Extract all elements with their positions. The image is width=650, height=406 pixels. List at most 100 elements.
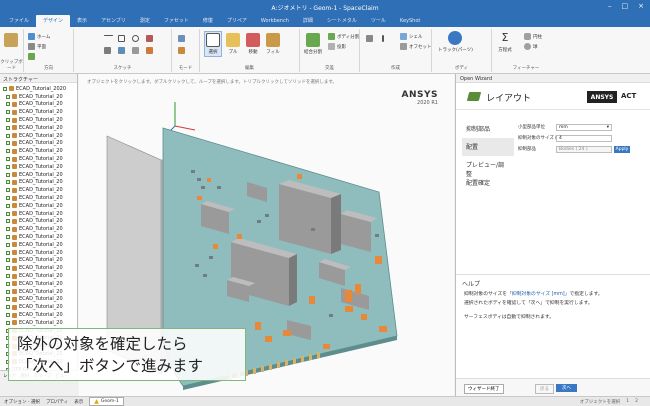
tree-item[interactable]: ECAD_Tutorial_20 xyxy=(0,272,77,280)
tree-item[interactable]: ECAD_Tutorial_20 xyxy=(0,249,77,257)
checkbox[interactable] xyxy=(6,203,10,208)
tab-keyshot[interactable]: KeyShot xyxy=(393,16,427,27)
checkbox[interactable] xyxy=(6,141,10,146)
tree-item[interactable]: ECAD_Tutorial_20 xyxy=(0,210,77,218)
shell-button[interactable]: シェル xyxy=(400,33,423,40)
properties-tab[interactable]: プロパティ xyxy=(46,399,68,405)
combine-button[interactable]: 結合分割 xyxy=(304,33,322,55)
tree-item[interactable]: ECAD_Tutorial_20 xyxy=(0,257,77,265)
back-button[interactable]: 戻る xyxy=(535,384,554,394)
project-button[interactable]: 投影 xyxy=(328,43,346,50)
fill-button[interactable]: フィル xyxy=(266,33,280,55)
checkbox[interactable] xyxy=(3,86,7,91)
step-placement[interactable]: 配置 xyxy=(462,138,514,156)
tree-item[interactable]: ECAD_Tutorial_20 xyxy=(0,218,77,226)
tree-item[interactable]: ECAD_Tutorial_20 xyxy=(0,171,77,179)
tree-item[interactable]: ECAD_Tutorial_20 xyxy=(0,303,77,311)
tree-item[interactable]: ECAD_Tutorial_20 xyxy=(0,147,77,155)
select-button[interactable]: 選択 xyxy=(204,31,222,57)
tab-display[interactable]: 表示 xyxy=(70,15,94,27)
checkbox[interactable] xyxy=(6,320,10,325)
move-button[interactable]: 移動 xyxy=(246,33,260,55)
track-button[interactable]: トラック(パーツ) xyxy=(438,31,473,53)
sketch-mode-button[interactable] xyxy=(178,35,185,42)
checkbox[interactable] xyxy=(6,164,10,169)
tree-item[interactable]: ECAD_Tutorial_20 xyxy=(0,319,77,327)
checkbox[interactable] xyxy=(6,102,10,107)
tree-item[interactable]: ECAD_Tutorial_20 xyxy=(0,225,77,233)
equation-button[interactable]: Σ 方程式 xyxy=(498,31,512,53)
tab-prepare[interactable]: プリペア xyxy=(220,15,254,27)
rectangle-tool[interactable] xyxy=(118,35,125,42)
checkbox[interactable] xyxy=(6,297,10,302)
tree-item[interactable]: ECAD_Tutorial_20 xyxy=(0,264,77,272)
tree-item[interactable]: ECAD_Tutorial_20 xyxy=(0,288,77,296)
next-button[interactable]: 次へ xyxy=(556,384,577,392)
wizard-finish-button[interactable]: ウィザード終了 xyxy=(464,384,504,394)
checkbox[interactable] xyxy=(6,133,10,138)
plane-button[interactable]: 平面 xyxy=(28,43,46,50)
plane-create-button[interactable] xyxy=(366,35,373,42)
tree-item[interactable]: ECAD_Tutorial_20 xyxy=(0,108,77,116)
zoom-button[interactable] xyxy=(28,53,35,60)
display-tab[interactable]: 表示 xyxy=(74,399,83,405)
tree-item[interactable]: ECAD_Tutorial_20 xyxy=(0,124,77,132)
tab-tools[interactable]: ツール xyxy=(364,15,393,27)
checkbox[interactable] xyxy=(6,219,10,224)
checkbox[interactable] xyxy=(6,149,10,154)
trim-tool[interactable] xyxy=(146,47,153,54)
line-tool[interactable] xyxy=(104,35,113,36)
spline-tool[interactable] xyxy=(104,47,111,54)
offset-button[interactable]: オフセット xyxy=(400,43,432,50)
checkbox[interactable] xyxy=(6,157,10,162)
minimize-icon[interactable]: – xyxy=(608,2,612,10)
close-icon[interactable]: × xyxy=(638,2,644,10)
tree-item[interactable]: ECAD_Tutorial_20 xyxy=(0,101,77,109)
checkbox[interactable] xyxy=(6,227,10,232)
checkbox[interactable] xyxy=(6,118,10,123)
tree-item[interactable]: ECAD_Tutorial_20 xyxy=(0,233,77,241)
checkbox[interactable] xyxy=(6,289,10,294)
tree-item[interactable]: ECAD_Tutorial_20 xyxy=(0,93,77,101)
axis-button[interactable] xyxy=(382,35,384,42)
checkbox[interactable] xyxy=(6,274,10,279)
point-tool[interactable] xyxy=(132,47,139,54)
tree-item[interactable]: ECAD_Tutorial_20 xyxy=(0,179,77,187)
checkbox[interactable] xyxy=(6,281,10,286)
checkbox[interactable] xyxy=(6,305,10,310)
tree-item[interactable]: ECAD_Tutorial_20 xyxy=(0,140,77,148)
tree-item[interactable]: ECAD_Tutorial_20 xyxy=(0,296,77,304)
checkbox[interactable] xyxy=(6,211,10,216)
tree-item[interactable]: ECAD_Tutorial_20 xyxy=(0,311,77,319)
checkbox[interactable] xyxy=(6,235,10,240)
step-suppress[interactable]: 抑制部品 xyxy=(462,120,514,138)
tree-item[interactable]: ECAD_Tutorial_20 xyxy=(0,163,77,171)
tab-measure[interactable]: 測定 xyxy=(133,15,157,27)
tab-repair[interactable]: 修復 xyxy=(196,15,220,27)
apply-button[interactable]: Apply xyxy=(614,145,630,153)
pull-button[interactable]: プル xyxy=(226,33,240,55)
polygon-tool[interactable] xyxy=(118,47,125,54)
checkbox[interactable] xyxy=(6,258,10,263)
tree-item[interactable]: ECAD_Tutorial_20 xyxy=(0,241,77,249)
tree-item[interactable]: ECAD_Tutorial_20 xyxy=(0,202,77,210)
tree-root[interactable]: ECAD_Tutorial_2020 xyxy=(0,85,77,93)
circle-tool[interactable] xyxy=(132,35,139,42)
paste-button[interactable] xyxy=(4,33,18,47)
tree-item[interactable]: ECAD_Tutorial_20 xyxy=(0,155,77,163)
section-mode-button[interactable] xyxy=(178,47,185,54)
tab-sheetmetal[interactable]: シートメタル xyxy=(320,15,364,27)
checkbox[interactable] xyxy=(6,188,10,193)
cylinder-button[interactable]: 円柱 xyxy=(524,33,542,40)
tab-workbench[interactable]: Workbench xyxy=(254,16,296,27)
body-split-button[interactable]: ボディ分割 xyxy=(328,33,359,40)
step-preview[interactable]: プレビュー/調整 xyxy=(462,156,514,178)
tab-assembly[interactable]: アセンブリ xyxy=(94,15,133,27)
document-tab[interactable]: ▲ Geom-1 xyxy=(89,397,124,406)
checkbox[interactable] xyxy=(6,94,10,99)
parts-field[interactable]: Bodies ( 24 ) xyxy=(556,145,612,153)
checkbox[interactable] xyxy=(6,110,10,115)
tree-item[interactable]: ECAD_Tutorial_20 xyxy=(0,132,77,140)
tree-item[interactable]: ECAD_Tutorial_20 xyxy=(0,280,77,288)
tree-item[interactable]: ECAD_Tutorial_20 xyxy=(0,194,77,202)
